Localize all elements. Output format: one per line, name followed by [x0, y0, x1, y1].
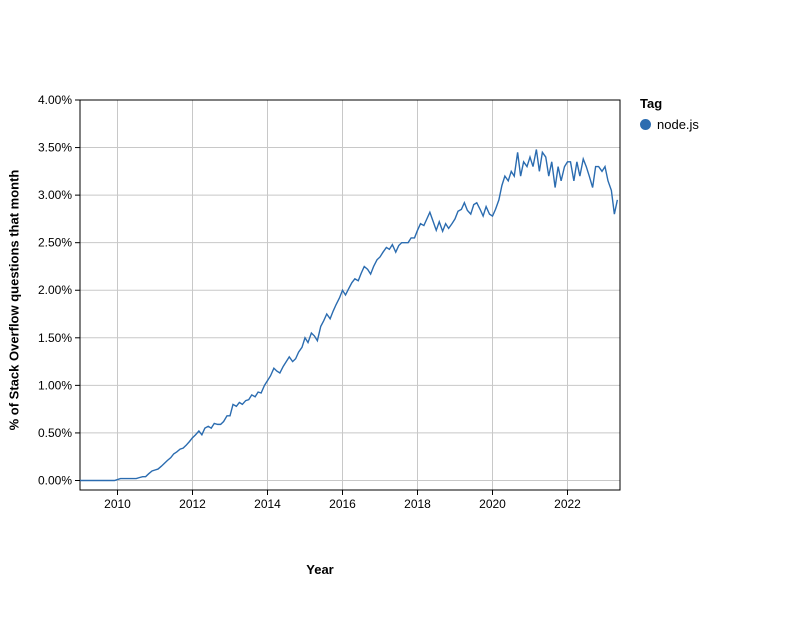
- y-tick-label: 3.50%: [38, 141, 72, 155]
- y-axis: [75, 100, 80, 480]
- y-tick-label: 2.50%: [38, 236, 72, 250]
- x-tick-label: 2014: [254, 497, 281, 511]
- legend-item: node.js: [640, 117, 699, 132]
- x-tick-label: 2018: [404, 497, 431, 511]
- x-tick-label: 2020: [479, 497, 506, 511]
- grid-horizontal: [80, 100, 620, 480]
- x-tick-label: 2022: [554, 497, 581, 511]
- y-tick-label: 0.00%: [38, 473, 72, 487]
- y-tick-label: 4.00%: [38, 93, 72, 107]
- y-tick-label: 2.00%: [38, 283, 72, 297]
- y-tick-label: 1.50%: [38, 331, 72, 345]
- chart-svg: 0.00% 0.50% 1.00% 1.50% 2.00% 2.50% 3.00% 3.50%…: [10, 90, 630, 530]
- x-tick-label: 2016: [329, 497, 356, 511]
- legend: Tag node.js: [640, 96, 699, 132]
- circle-icon: [640, 119, 651, 130]
- chart-plot: 0.00% 0.50% 1.00% 1.50% 2.00% 2.50% 3.00% 3.50%…: [10, 90, 630, 533]
- line-series-nodejs: [80, 149, 617, 480]
- legend-title: Tag: [640, 96, 699, 111]
- y-tick-label: 0.50%: [38, 426, 72, 440]
- x-tick-label: 2010: [104, 497, 131, 511]
- y-ticks: 0.00% 0.50% 1.00% 1.50% 2.00% 2.50% 3.00% 3.50%…: [38, 93, 72, 487]
- x-tick-label: 2012: [179, 497, 206, 511]
- y-tick-label: 1.00%: [38, 378, 72, 392]
- x-ticks: 2010 2012 2014 2016 2018 2020 2022: [104, 497, 581, 511]
- x-axis: [80, 100, 620, 495]
- y-tick-label: 3.00%: [38, 188, 72, 202]
- legend-item-label: node.js: [657, 117, 699, 132]
- x-axis-label: Year: [306, 562, 333, 577]
- grid-vertical: [118, 100, 568, 490]
